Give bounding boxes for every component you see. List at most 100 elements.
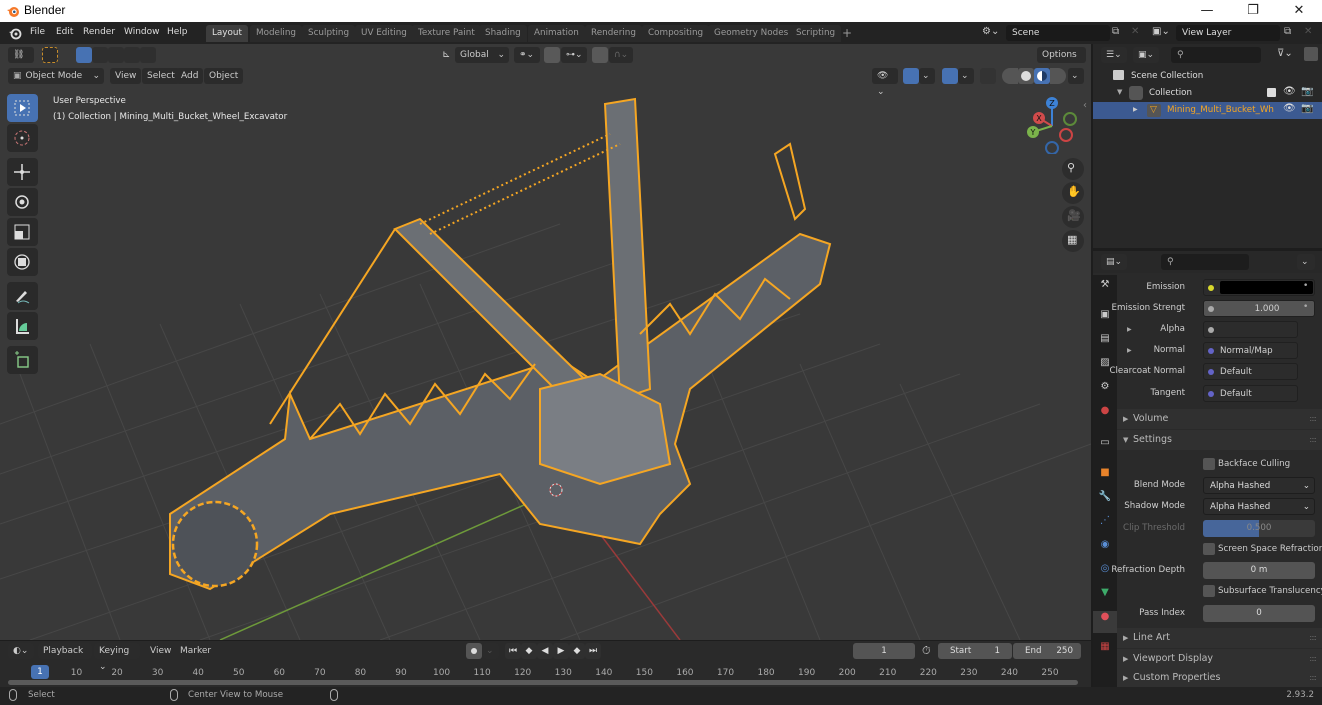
- drag-grip-icon[interactable]: ::::: [1309, 628, 1317, 648]
- drag-grip-icon[interactable]: ::::: [1309, 430, 1317, 450]
- proportional-edit-icon[interactable]: [592, 47, 608, 63]
- collection-tab-icon[interactable]: ▭: [1093, 437, 1117, 459]
- new-collection-icon[interactable]: [1304, 47, 1318, 61]
- outliner-display-mode[interactable]: ▣⌄: [1133, 47, 1159, 63]
- options-dropdown[interactable]: Options ⌄: [1037, 47, 1086, 76]
- clip-threshold-slider[interactable]: 0.500: [1203, 520, 1315, 537]
- keyframe-dot-icon[interactable]: •: [1303, 281, 1308, 291]
- outliner-search-input[interactable]: ⚲: [1171, 47, 1261, 63]
- view-layer-selector-icon[interactable]: ▣⌄: [1152, 26, 1170, 37]
- snap-target-dropdown[interactable]: ⊶⌄: [561, 47, 587, 63]
- editor-type-button[interactable]: ⛓⌄: [8, 47, 34, 76]
- expand-arrow-icon[interactable]: ▶: [1127, 326, 1132, 333]
- tab-uv-editing[interactable]: UV Editing: [355, 25, 413, 42]
- physics-tab-icon[interactable]: ◉: [1093, 539, 1117, 561]
- 3d-viewport[interactable]: ⛓⌄ ⊾ Global⌄ ⚭⌄ ⊶⌄ ∩⌄ Options ⌄ ▣Object …: [0, 44, 1091, 640]
- menu-help[interactable]: Help: [167, 27, 188, 37]
- section-line-art[interactable]: ▶ Line Art::::: [1117, 628, 1322, 648]
- delete-view-layer-icon[interactable]: ✕: [1304, 26, 1312, 37]
- shadow-mode-dropdown[interactable]: Alpha Hashed ⌄: [1203, 498, 1315, 515]
- new-scene-icon[interactable]: ⧉: [1112, 26, 1119, 37]
- mode-dropdown[interactable]: ▣ Object Mode ⌄: [8, 68, 104, 84]
- pan-view-button[interactable]: ✋: [1062, 182, 1084, 204]
- playhead[interactable]: 1: [31, 665, 49, 679]
- drag-grip-icon[interactable]: ::::: [1309, 649, 1317, 669]
- particles-tab-icon[interactable]: ⋰: [1093, 515, 1117, 537]
- tab-rendering[interactable]: Rendering: [585, 25, 642, 42]
- world-tab-icon[interactable]: ●: [1093, 405, 1117, 427]
- tool-move[interactable]: [7, 158, 38, 186]
- select-mode-subtract-icon[interactable]: [108, 47, 124, 63]
- shading-solid-icon[interactable]: [1018, 68, 1034, 84]
- tab-animation[interactable]: Animation: [528, 25, 585, 42]
- tool-add-cube[interactable]: [7, 346, 38, 374]
- alpha-input-link[interactable]: Frame_front_Opacit...: [1203, 321, 1298, 352]
- camera-view-button[interactable]: 🎥: [1062, 206, 1084, 228]
- tool-rotate[interactable]: [7, 188, 38, 216]
- add-workspace-button[interactable]: +: [838, 25, 856, 42]
- shading-rendered-icon[interactable]: [1050, 68, 1066, 84]
- drag-grip-icon[interactable]: ::::: [1309, 668, 1317, 688]
- tool-transform[interactable]: [7, 248, 38, 276]
- menu-window[interactable]: Window: [124, 27, 160, 37]
- menu-edit[interactable]: Edit: [56, 27, 73, 37]
- ortho-toggle-button[interactable]: ▦: [1062, 230, 1084, 252]
- overlays-dropdown[interactable]: ⌄: [958, 68, 974, 84]
- scene-selector-icon[interactable]: ⚙⌄: [982, 26, 999, 37]
- tool-select-box[interactable]: [7, 94, 38, 122]
- expand-arrow-icon[interactable]: ▶: [1127, 347, 1132, 354]
- material-tab-icon[interactable]: ●: [1093, 611, 1117, 633]
- visibility-dropdown[interactable]: 👁⌄: [872, 68, 898, 97]
- view-layer-field[interactable]: View Layer: [1176, 25, 1280, 41]
- tool-cursor[interactable]: [7, 124, 38, 152]
- tab-compositing[interactable]: Compositing: [642, 25, 710, 42]
- outliner-row-scene-collection[interactable]: Scene Collection: [1093, 68, 1322, 85]
- tab-shading[interactable]: Shading: [479, 25, 527, 42]
- output-tab-icon[interactable]: ▤: [1093, 333, 1117, 355]
- menu-view[interactable]: View: [110, 68, 142, 84]
- screen-space-refraction-checkbox[interactable]: [1203, 543, 1215, 555]
- snap-toggle-icon[interactable]: [544, 47, 560, 63]
- gizmo-dropdown[interactable]: ⌄: [919, 68, 935, 84]
- section-viewport-display[interactable]: ▶ Viewport Display::::: [1117, 649, 1322, 669]
- minimize-button[interactable]: —: [1184, 0, 1230, 22]
- new-view-layer-icon[interactable]: ⧉: [1284, 26, 1291, 37]
- navigation-gizmo[interactable]: Z X Y: [1015, 94, 1085, 154]
- texture-tab-icon[interactable]: ▦: [1093, 641, 1117, 663]
- properties-options-dropdown[interactable]: ⌄: [1297, 254, 1315, 270]
- emission-strength-field[interactable]: 1.000: [1203, 300, 1315, 317]
- tab-layout[interactable]: Layout: [206, 25, 248, 42]
- menu-render[interactable]: Render: [83, 27, 115, 37]
- show-overlays-icon[interactable]: [942, 68, 958, 84]
- tool-measure[interactable]: [7, 312, 38, 340]
- outliner-row-collection[interactable]: ▼ Collection 👁 📷: [1093, 85, 1322, 102]
- properties-editor-type[interactable]: ▤⌄: [1101, 254, 1127, 270]
- render-camera-icon[interactable]: 📷: [1301, 103, 1313, 114]
- xray-toggle-icon[interactable]: [980, 68, 996, 84]
- shading-wireframe-icon[interactable]: [1002, 68, 1018, 84]
- backface-culling-checkbox[interactable]: [1203, 458, 1215, 470]
- tab-geometry-nodes[interactable]: Geometry Nodes: [708, 25, 795, 42]
- menu-add[interactable]: Add: [176, 68, 204, 84]
- pass-index-field[interactable]: 0: [1203, 605, 1315, 622]
- select-mode-extend-icon[interactable]: [92, 47, 108, 63]
- tangent-input[interactable]: Default: [1203, 385, 1298, 402]
- outliner-row-object[interactable]: ▶ ▽ Mining_Multi_Bucket_Wh 👁 📷: [1093, 102, 1322, 119]
- scene-tab-icon[interactable]: ⚙: [1093, 381, 1117, 403]
- eye-icon[interactable]: 👁: [1283, 86, 1296, 97]
- maximize-button[interactable]: ❐: [1230, 0, 1276, 22]
- menu-object[interactable]: Object: [204, 68, 244, 84]
- show-gizmo-icon[interactable]: [903, 68, 919, 84]
- shading-dropdown[interactable]: ⌄: [1068, 68, 1084, 84]
- properties-search-input[interactable]: ⚲: [1161, 254, 1249, 270]
- timeline-scrollbar[interactable]: [8, 680, 1078, 685]
- tool-annotate[interactable]: [7, 282, 38, 310]
- filter-icon[interactable]: ⊽⌄: [1277, 48, 1293, 59]
- blender-menu-icon[interactable]: [8, 26, 22, 40]
- eye-icon[interactable]: 👁: [1283, 103, 1296, 114]
- emission-color-field[interactable]: [1203, 279, 1315, 296]
- proportional-falloff-dropdown[interactable]: ∩⌄: [609, 47, 633, 63]
- menu-select[interactable]: Select: [142, 68, 180, 84]
- scene-name-field[interactable]: Scene: [1006, 25, 1110, 41]
- transform-orientation-dropdown[interactable]: Global ⌄: [455, 47, 509, 63]
